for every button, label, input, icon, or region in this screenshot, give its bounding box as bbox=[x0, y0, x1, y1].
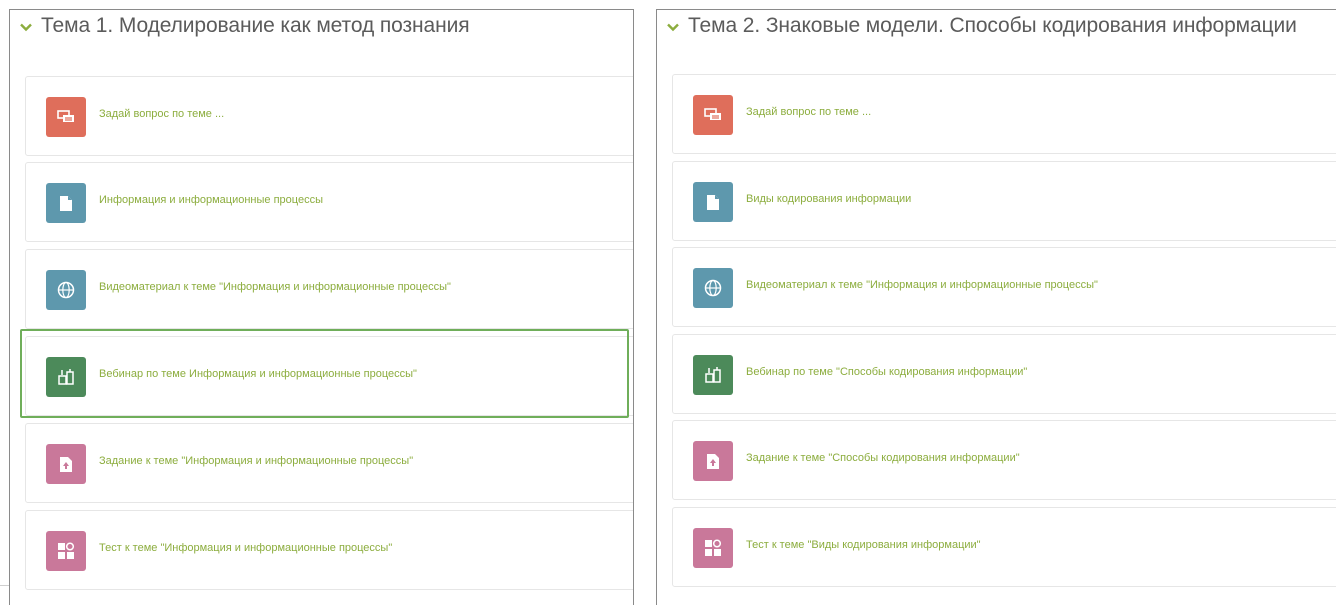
section-title: Тема 1. Моделирование как метод познания bbox=[41, 14, 470, 37]
chevron-down-icon[interactable] bbox=[665, 19, 681, 35]
activity-link[interactable]: Информация и информационные процессы bbox=[99, 194, 323, 206]
forum-icon bbox=[46, 97, 86, 137]
globe-icon bbox=[693, 268, 733, 308]
activity-link[interactable]: Задай вопрос по теме ... bbox=[746, 106, 871, 118]
assignment-icon bbox=[693, 441, 733, 481]
globe-icon bbox=[46, 270, 86, 310]
activity-webinar[interactable]: Вебинар по теме "Способы кодирования инф… bbox=[672, 334, 1336, 414]
activity-forum[interactable]: Задай вопрос по теме ... bbox=[25, 76, 633, 156]
assignment-icon bbox=[46, 444, 86, 484]
section-header[interactable]: Тема 2. Знаковые модели. Способы кодиров… bbox=[657, 10, 1336, 44]
activity-link[interactable]: Задание к теме "Информация и информацион… bbox=[99, 455, 413, 467]
activity-quiz[interactable]: Тест к теме "Информация и информационные… bbox=[25, 510, 633, 590]
activity-file[interactable]: Виды кодирования информации bbox=[672, 161, 1336, 241]
course-section-2: Тема 2. Знаковые модели. Способы кодиров… bbox=[656, 9, 1336, 605]
chevron-down-icon[interactable] bbox=[18, 19, 34, 35]
activity-link[interactable]: Виды кодирования информации bbox=[746, 193, 911, 205]
file-icon bbox=[693, 182, 733, 222]
activity-quiz[interactable]: Тест к теме "Виды кодирования информации… bbox=[672, 507, 1336, 587]
divider bbox=[0, 585, 9, 586]
activity-link[interactable]: Вебинар по теме "Способы кодирования инф… bbox=[746, 366, 1027, 378]
activity-link[interactable]: Видеоматериал к теме "Информация и инфор… bbox=[746, 279, 1098, 291]
quiz-icon bbox=[693, 528, 733, 568]
activity-link[interactable]: Видеоматериал к теме "Информация и инфор… bbox=[99, 281, 451, 293]
quiz-icon bbox=[46, 531, 86, 571]
activity-forum[interactable]: Задай вопрос по теме ... bbox=[672, 74, 1336, 154]
activity-link[interactable]: Задание к теме "Способы кодирования инфо… bbox=[746, 452, 1020, 464]
section-header[interactable]: Тема 1. Моделирование как метод познания bbox=[10, 10, 633, 44]
activity-webinar[interactable]: Вебинар по теме Информация и информацион… bbox=[25, 336, 633, 416]
activity-link[interactable]: Вебинар по теме Информация и информацион… bbox=[99, 368, 417, 380]
webinar-icon bbox=[693, 355, 733, 395]
activity-file[interactable]: Информация и информационные процессы bbox=[25, 162, 633, 242]
file-icon bbox=[46, 183, 86, 223]
course-page: Тема 1. Моделирование как метод познания… bbox=[0, 0, 1336, 605]
activity-url[interactable]: Видеоматериал к теме "Информация и инфор… bbox=[672, 247, 1336, 327]
webinar-icon bbox=[46, 357, 86, 397]
activity-link[interactable]: Задай вопрос по теме ... bbox=[99, 108, 224, 120]
activity-link[interactable]: Тест к теме "Информация и информационные… bbox=[99, 542, 392, 554]
forum-icon bbox=[693, 95, 733, 135]
activity-assignment[interactable]: Задание к теме "Информация и информацион… bbox=[25, 423, 633, 503]
activity-link[interactable]: Тест к теме "Виды кодирования информации… bbox=[746, 539, 981, 551]
section-title: Тема 2. Знаковые модели. Способы кодиров… bbox=[688, 14, 1297, 37]
activity-assignment[interactable]: Задание к теме "Способы кодирования инфо… bbox=[672, 420, 1336, 500]
activity-url[interactable]: Видеоматериал к теме "Информация и инфор… bbox=[25, 249, 633, 329]
course-section-1: Тема 1. Моделирование как метод познания… bbox=[9, 9, 634, 605]
